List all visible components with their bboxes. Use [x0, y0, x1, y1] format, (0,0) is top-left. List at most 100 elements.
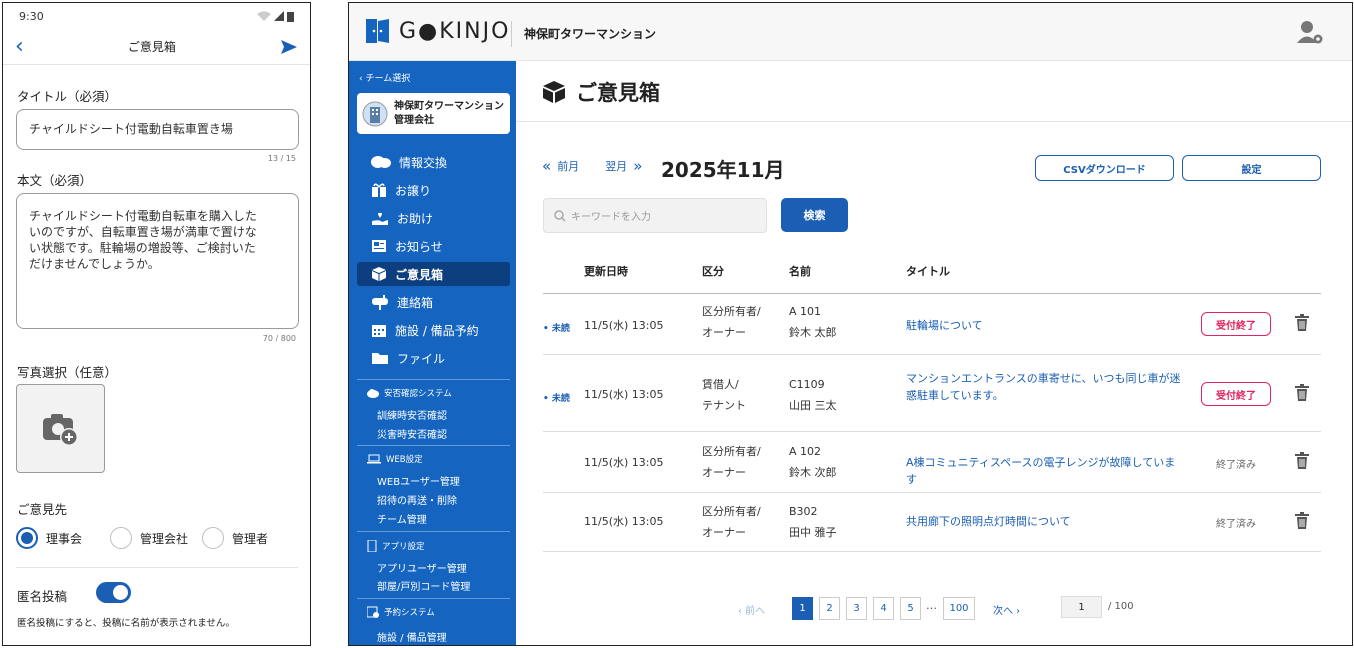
next-month-icon[interactable]: »: [633, 157, 642, 175]
row-type: 区分所有者/オーナー: [702, 305, 761, 339]
body-line: だけませんでしょうか。: [29, 257, 160, 271]
sidebar-item-info-exchange[interactable]: 情報交換: [357, 150, 510, 174]
trash-icon[interactable]: [1295, 512, 1309, 529]
title-label: タイトル（必須）: [17, 89, 118, 104]
radio-label: 理事会: [46, 531, 83, 546]
settings-button[interactable]: 設定: [1182, 155, 1321, 181]
sidebar-item-giveaway[interactable]: お譲り: [357, 178, 510, 202]
row-title-link[interactable]: 共用廊下の照明点灯時間について: [906, 513, 1181, 530]
team-select-link[interactable]: ‹ チーム選択: [359, 71, 410, 84]
page-total: / 100: [1108, 601, 1134, 612]
row-title-link[interactable]: 駐輪場について: [906, 317, 1181, 334]
row-title-link[interactable]: マンションエントランスの車寄せに、いつも同じ車が迷惑駐車しています。: [906, 370, 1181, 404]
divider: [511, 21, 512, 47]
column-header-updated[interactable]: 更新日時: [584, 263, 628, 279]
prev-month-link[interactable]: 前月: [557, 158, 579, 174]
sidebar-item-opinion-box[interactable]: ご意見箱: [357, 262, 510, 286]
app-logo[interactable]: G●KINJO: [365, 18, 510, 44]
pager-page[interactable]: 3: [846, 597, 867, 620]
sidebar-subitem[interactable]: 訓練時安否確認: [377, 407, 447, 422]
body-line: いのですが、自転車置き場が満車で置けな: [29, 225, 257, 239]
prev-month-icon[interactable]: «: [542, 157, 551, 175]
logo-text: G●KINJO: [399, 18, 511, 44]
sidebar-item-notices[interactable]: お知らせ: [357, 234, 510, 258]
column-header-name[interactable]: 名前: [789, 263, 811, 279]
pager-page[interactable]: 5: [900, 597, 921, 620]
row-date: 11/5(水) 13:05: [584, 319, 664, 332]
row-type: 区分所有者/オーナー: [702, 445, 761, 479]
radio-unselected-icon: [110, 527, 132, 549]
signal-icon: [274, 11, 284, 21]
row-title-link[interactable]: A棟コミュニティスペースの電子レンジが故障しています: [906, 454, 1181, 488]
calendar-clock-icon: [367, 606, 379, 618]
photo-picker[interactable]: [16, 384, 105, 473]
sidebar-subitem[interactable]: 災害時安否確認: [377, 426, 447, 441]
search-button[interactable]: 検索: [781, 198, 848, 232]
radio-option-manager[interactable]: 管理者: [202, 527, 268, 549]
csv-download-button[interactable]: CSVダウンロード: [1035, 155, 1174, 181]
pager-prev[interactable]: ‹ 前へ: [738, 602, 765, 617]
sidebar-item-files[interactable]: ファイル: [357, 346, 510, 370]
box-icon: [543, 81, 565, 103]
next-month-link[interactable]: 翌月: [605, 158, 627, 174]
news-icon: [372, 240, 386, 252]
sidebar-subitem[interactable]: チーム管理: [377, 511, 427, 526]
sidebar-subitem[interactable]: 部屋/戸別コード管理: [377, 578, 470, 593]
anonymous-label: 匿名投稿: [17, 589, 68, 604]
sidebar-item-reservation[interactable]: 施設 / 備品予約: [357, 318, 510, 342]
folder-icon: [372, 353, 388, 364]
row-type: 区分所有者/オーナー: [702, 505, 761, 539]
pager-next[interactable]: 次へ ›: [993, 602, 1020, 617]
divider: [357, 445, 510, 446]
sidebar-subitem[interactable]: 招待の再送・削除: [377, 492, 457, 507]
search-placeholder: キーワードを入力: [571, 212, 651, 223]
sidebar-item-label: お譲り: [395, 183, 432, 198]
gift-icon: [372, 183, 386, 197]
radio-unselected-icon: [202, 527, 224, 549]
sidebar-subitem[interactable]: WEBユーザー管理: [377, 473, 460, 488]
pager-page[interactable]: 1: [792, 597, 813, 620]
sidebar-item-mailbox[interactable]: 連絡箱: [357, 290, 510, 314]
title-input[interactable]: チャイルドシート付電動自転車置き場: [16, 109, 299, 150]
current-month: 2025年11月: [661, 158, 785, 182]
search-input[interactable]: キーワードを入力: [543, 198, 767, 233]
divider: [543, 551, 1321, 552]
sidebar-subitem[interactable]: アプリユーザー管理: [377, 560, 467, 575]
anonymous-toggle[interactable]: [96, 582, 131, 603]
title-char-count: 13 / 15: [267, 154, 296, 163]
radio-option-board[interactable]: 理事会: [16, 527, 82, 549]
user-settings-icon[interactable]: [1297, 20, 1325, 46]
sidebar-subitem[interactable]: 施設 / 備品管理: [377, 629, 447, 644]
sidebar-item-help[interactable]: お助け: [357, 206, 510, 230]
body-line: チャイルドシート付電動自転車を購入した: [29, 209, 257, 223]
radio-option-management-company[interactable]: 管理会社: [110, 527, 188, 549]
status-badge[interactable]: 受付終了: [1201, 382, 1271, 406]
radio-selected-icon: [16, 527, 38, 549]
radio-label: 管理会社: [140, 531, 189, 546]
send-icon[interactable]: [280, 39, 298, 55]
screen-title: ご意見箱: [127, 40, 176, 54]
back-chevron-icon[interactable]: ‹: [15, 35, 24, 58]
body-textarea[interactable]: チャイルドシート付電動自転車を購入した いのですが、自転車置き場が満車で置けな …: [16, 193, 299, 329]
status-bar: 9:30: [3, 3, 310, 29]
column-header-title[interactable]: タイトル: [906, 263, 950, 279]
status-text: 終了済み: [1216, 519, 1256, 530]
column-header-type[interactable]: 区分: [702, 263, 724, 279]
status-badge[interactable]: 受付終了: [1201, 312, 1271, 336]
section-header: WEB設定: [367, 453, 423, 465]
nav-bar: ‹ ご意見箱: [3, 29, 310, 65]
pager-page[interactable]: 4: [873, 597, 894, 620]
laptop-icon: [367, 454, 381, 464]
row-name: C1109 山田 三太: [789, 378, 837, 412]
team-card[interactable]: 神保町タワーマンション 管理会社: [357, 93, 510, 134]
trash-icon[interactable]: [1295, 384, 1309, 401]
pager-page[interactable]: 2: [819, 597, 840, 620]
sidebar: ‹ チーム選択 神保町タワーマンション 管理会社 情報交換 お譲り お助け お知ら…: [349, 61, 516, 645]
pager-last-page[interactable]: 100: [943, 597, 975, 620]
page-jump-input[interactable]: 1: [1061, 596, 1102, 618]
trash-icon[interactable]: [1295, 314, 1309, 331]
body-label: 本文（必須）: [17, 173, 93, 188]
trash-icon[interactable]: [1295, 452, 1309, 469]
divider: [16, 567, 298, 568]
page-title: ご意見箱: [542, 77, 660, 107]
